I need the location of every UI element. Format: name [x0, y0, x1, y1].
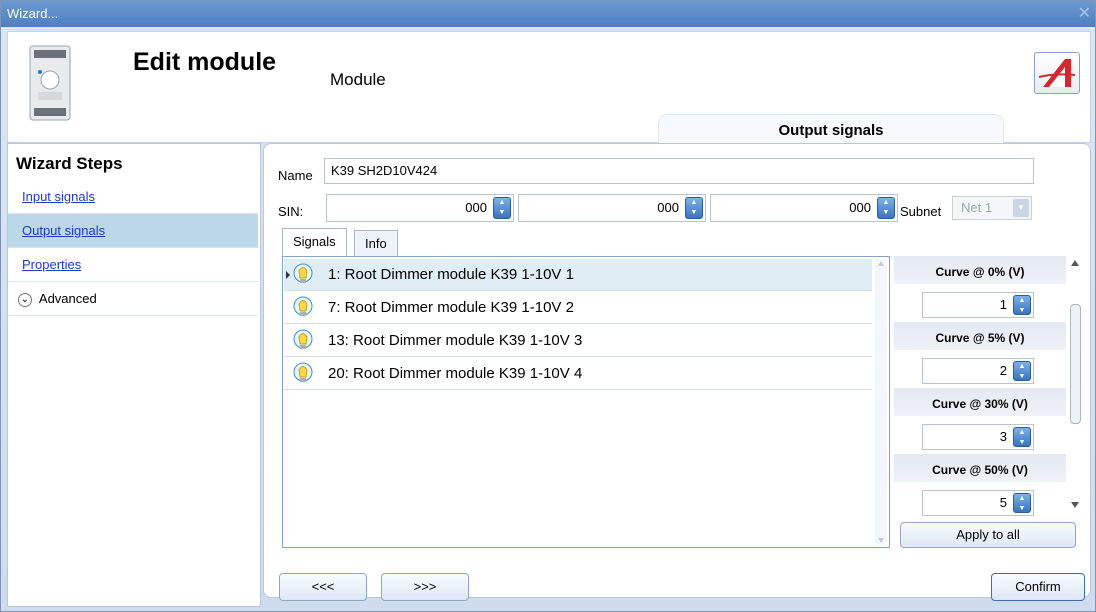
curve-label: Curve @ 0% (V): [894, 256, 1066, 284]
confirm-button[interactable]: Confirm: [991, 573, 1085, 601]
spin-arrows-icon[interactable]: ▲ ▼: [1013, 295, 1031, 315]
spin-arrows-icon[interactable]: ▲ ▼: [1013, 427, 1031, 447]
sin-stepper-3[interactable]: 000 ▲ ▼: [710, 194, 898, 222]
curve-label: Curve @ 30% (V): [894, 388, 1066, 416]
advanced-label: Advanced: [38, 291, 97, 306]
curve-settings-panel: Curve @ 0% (V) 1 ▲ ▼ Curve @ 5% (V) 2 ▲ ▼ …: [894, 256, 1081, 550]
apply-to-all-button[interactable]: Apply to all: [900, 522, 1076, 548]
spin-arrows-icon[interactable]: ▲ ▼: [493, 197, 511, 219]
subnet-label: Subnet: [900, 204, 942, 219]
tab-signals[interactable]: Signals: [282, 228, 347, 256]
list-item[interactable]: 7: Root Dimmer module K39 1-10V 2: [284, 292, 872, 324]
bulb-icon: [293, 296, 313, 316]
scroll-thumb[interactable]: [1070, 304, 1081, 424]
step-output-signals[interactable]: Output signals: [8, 214, 258, 248]
step-properties[interactable]: Properties: [8, 248, 258, 282]
curve-stepper[interactable]: 5 ▲ ▼: [922, 490, 1034, 516]
scroll-down-icon[interactable]: [878, 538, 884, 543]
page-subtitle: Module: [330, 70, 386, 89]
chevron-down-icon: ▼: [1013, 199, 1029, 217]
list-item[interactable]: 1: Root Dimmer module K39 1-10V 1: [284, 259, 872, 291]
curve-stepper[interactable]: 3 ▲ ▼: [922, 424, 1034, 450]
section-tab-output-signals: Output signals: [658, 114, 1004, 144]
tab-info[interactable]: Info: [354, 230, 398, 256]
sin-stepper-1[interactable]: 000 ▲ ▼: [326, 194, 514, 222]
curve-stepper[interactable]: 1 ▲ ▼: [922, 292, 1034, 318]
wizard-steps-panel: Wizard Steps Input signals Output signal…: [7, 143, 261, 607]
subnet-select: Net 1 ▼: [952, 196, 1032, 220]
list-item[interactable]: 13: Root Dimmer module K39 1-10V 3: [284, 325, 872, 357]
wizard-steps-title: Wizard Steps: [16, 154, 123, 173]
spin-arrows-icon[interactable]: ▲ ▼: [1013, 361, 1031, 381]
bulb-icon: [293, 263, 313, 283]
header-panel: Edit module Module Output signals: [7, 31, 1091, 144]
spin-arrows-icon[interactable]: ▲ ▼: [877, 197, 895, 219]
module-device-icon: [29, 45, 71, 121]
name-field[interactable]: K39 SH2D10V424: [324, 158, 1034, 184]
title-bar: Wizard... ✕: [1, 1, 1095, 27]
curves-scrollbar[interactable]: [1068, 256, 1082, 520]
chevron-down-icon: ⌄: [18, 292, 32, 307]
wizard-window: Wizard... ✕ Edit module Module Output si…: [0, 0, 1096, 612]
main-panel: Name K39 SH2D10V424 SIN: 000 ▲ ▼ 000 ▲ ▼ 0…: [263, 143, 1091, 598]
current-row-icon: [286, 271, 290, 279]
bulb-icon: [293, 329, 313, 349]
window-title: Wizard...: [7, 6, 59, 21]
curve-label: Curve @ 50% (V): [894, 454, 1066, 482]
list-item[interactable]: 20: Root Dimmer module K39 1-10V 4: [284, 358, 872, 390]
name-label: Name: [278, 168, 313, 183]
curve-label: Curve @ 5% (V): [894, 322, 1066, 350]
next-button[interactable]: >>>: [381, 573, 469, 601]
scroll-up-icon[interactable]: [1071, 260, 1079, 266]
bulb-icon: [293, 362, 313, 382]
close-icon[interactable]: ✕: [1078, 1, 1091, 27]
curve-stepper[interactable]: 2 ▲ ▼: [922, 358, 1034, 384]
scroll-up-icon[interactable]: [878, 261, 884, 266]
brand-logo-icon[interactable]: [1034, 52, 1080, 94]
signals-list: 1: Root Dimmer module K39 1-10V 1 7: Roo…: [282, 256, 890, 548]
signals-scrollbar[interactable]: [875, 259, 887, 545]
spin-arrows-icon[interactable]: ▲ ▼: [685, 197, 703, 219]
back-button[interactable]: <<<: [279, 573, 367, 601]
step-input-signals[interactable]: Input signals: [8, 180, 258, 214]
scroll-down-icon[interactable]: [1071, 502, 1079, 508]
sin-label: SIN:: [278, 204, 304, 219]
step-advanced-expander[interactable]: ⌄ Advanced: [8, 282, 258, 316]
page-title: Edit module: [133, 48, 277, 76]
sin-stepper-2[interactable]: 000 ▲ ▼: [518, 194, 706, 222]
spin-arrows-icon[interactable]: ▲ ▼: [1013, 493, 1031, 513]
